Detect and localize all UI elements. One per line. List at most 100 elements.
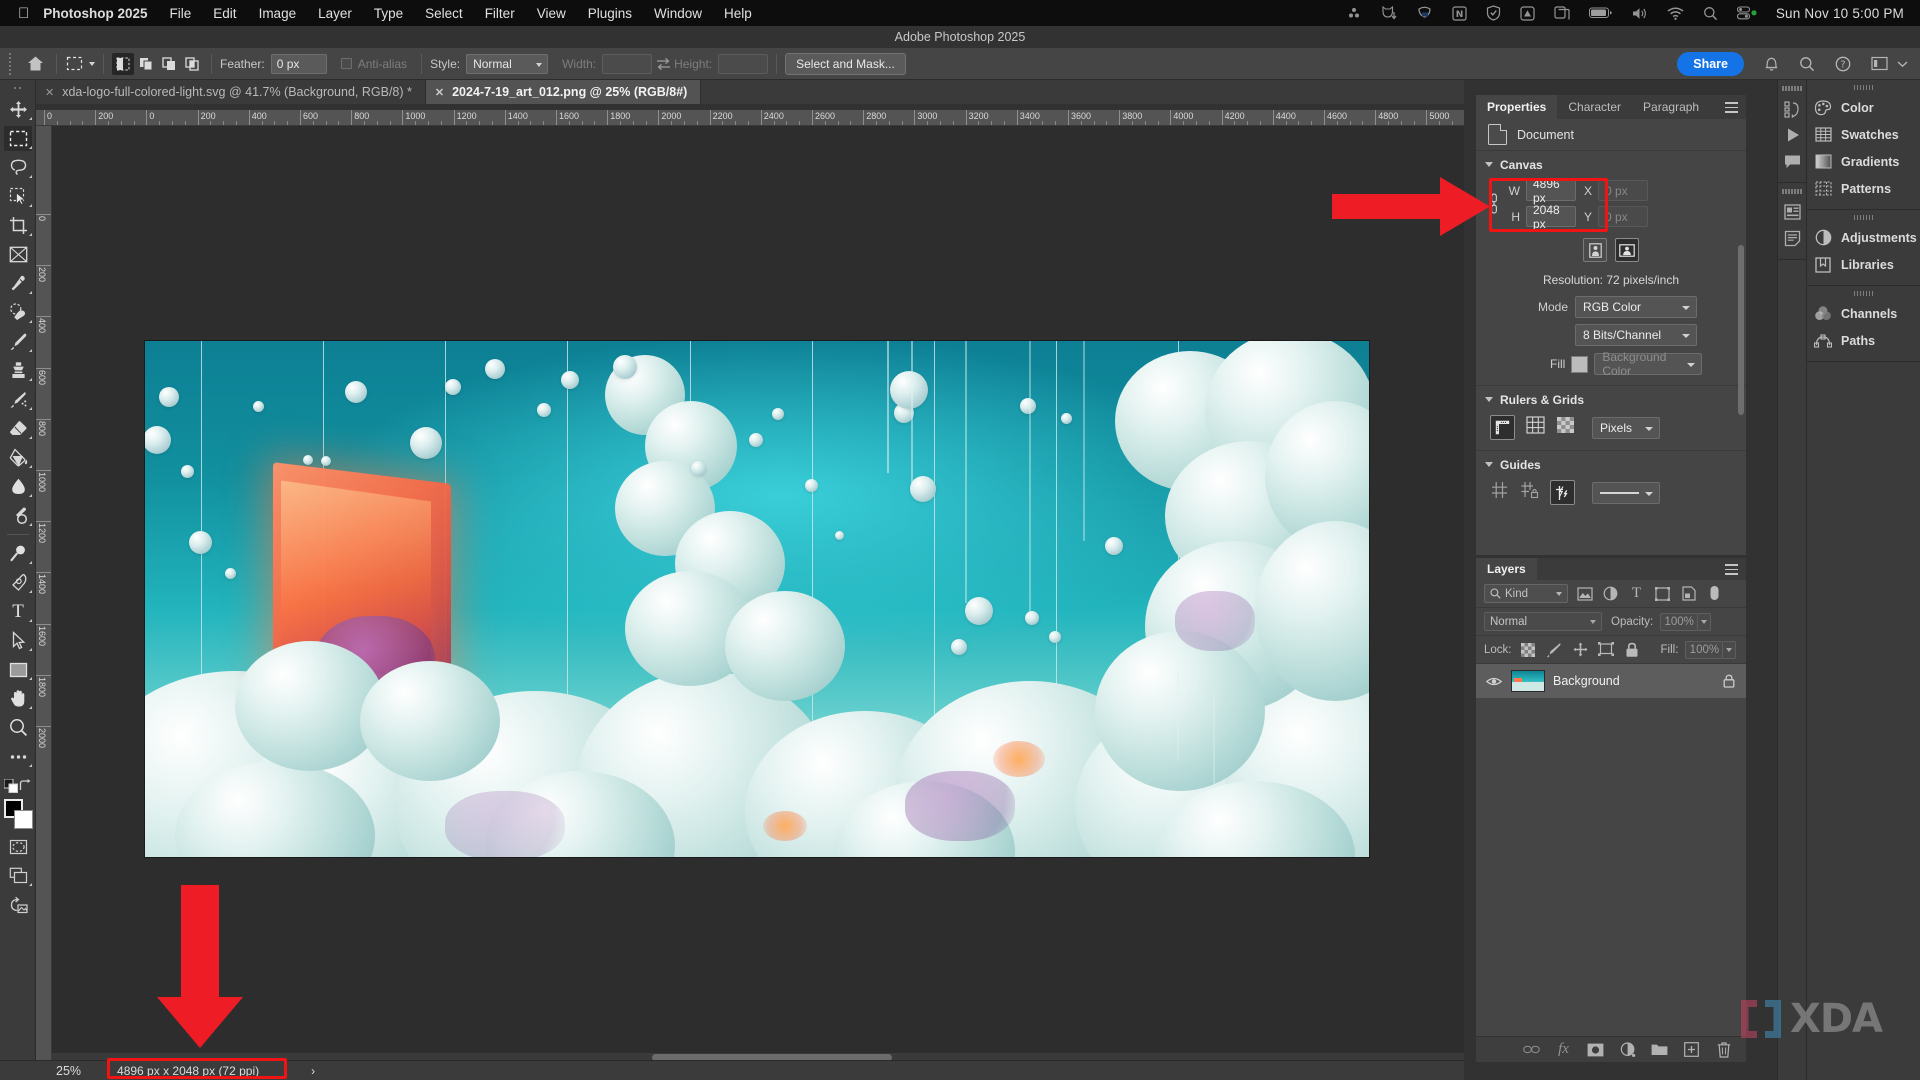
fill-control[interactable]: 100% [1685,640,1737,659]
control-center-icon[interactable] [1736,6,1757,20]
layer-mask-icon[interactable] [1587,1041,1604,1058]
panel-drag-handle[interactable] [1778,189,1806,194]
tool-eraser-tool[interactable] [0,414,36,443]
layer-lock-icon[interactable] [1719,672,1738,691]
fill-color-swatch[interactable] [1571,355,1589,373]
opacity-stepper[interactable] [1698,612,1712,631]
snap-to-guides-icon[interactable] [1550,480,1575,505]
tool-move-tool[interactable] [0,95,36,124]
tool-blur-tool[interactable] [0,472,36,501]
eye-icon[interactable] [1484,672,1503,691]
canvas-y-input[interactable]: 0 px [1598,206,1648,227]
menu-edit[interactable]: Edit [213,6,236,21]
layer-filter-kind[interactable]: Kind [1484,584,1568,603]
panel-drag-handle[interactable] [1807,215,1920,220]
menubar-app-name[interactable]: Photoshop 2025 [43,6,147,21]
lock-artboard-icon[interactable] [1597,640,1616,659]
rulers-grids-header[interactable]: Rulers & Grids [1476,393,1746,407]
history-icon[interactable] [1778,96,1807,122]
menu-view[interactable]: View [537,6,566,21]
tool-type-tool[interactable]: T [0,597,36,626]
tool-gradient-tool[interactable] [0,443,36,472]
menu-file[interactable]: File [170,6,192,21]
battery-icon[interactable] [1588,7,1613,19]
menu-filter[interactable]: Filter [485,6,515,21]
tool-path-selection-tool[interactable] [0,626,36,655]
layer-comps-icon[interactable] [1778,199,1807,225]
add-to-selection-icon[interactable] [135,53,157,75]
background-color-swatch[interactable] [14,810,33,829]
blend-mode-select[interactable]: Normal [1484,612,1602,631]
notes-icon[interactable] [1778,225,1807,251]
layer-row-background[interactable]: Background [1476,664,1746,698]
layer-name[interactable]: Background [1553,674,1711,688]
tool-spot-healing-brush-tool[interactable] [0,298,36,327]
bit-depth-select[interactable]: 8 Bits/Channel [1575,324,1697,346]
tool-frame-tool[interactable] [0,240,36,269]
adjustment-layer-icon[interactable] [1619,1041,1636,1058]
tool-preset-picker[interactable] [65,54,95,74]
canvas-x-input[interactable]: 0 px [1598,180,1648,201]
tool-edit-toolbar[interactable] [0,742,36,771]
tool-screen-mode[interactable] [0,861,36,890]
height-input[interactable] [718,53,769,74]
menubar-clock[interactable]: Sun Nov 10 5:00 PM [1776,6,1904,21]
opacity-control[interactable]: 100% [1660,612,1712,631]
intersect-selection-icon[interactable] [181,53,203,75]
apple-icon[interactable]:  [18,6,29,21]
new-group-icon[interactable] [1651,1041,1668,1058]
panel-drag-handle[interactable] [1807,85,1920,90]
dock-item-patterns[interactable]: Patterns [1807,175,1920,202]
search-icon[interactable] [1703,6,1718,21]
layer-thumbnail[interactable] [1511,670,1545,692]
chevron-down-icon[interactable] [1485,161,1493,169]
dock-item-paths[interactable]: Paths [1807,327,1920,354]
color-mode-select[interactable]: RGB Color [1575,296,1698,318]
tool-brush-tool[interactable] [0,327,36,356]
fill-stepper[interactable] [1723,640,1737,659]
canvas-width-input[interactable]: 4896 px [1526,177,1576,205]
canvas-work-area[interactable] [52,126,1464,1062]
menu-layer[interactable]: Layer [318,6,352,21]
tool-pen-tool[interactable] [0,568,36,597]
tool-magnifier-extra[interactable] [0,539,36,568]
panel-menu-icon[interactable] [1725,102,1738,116]
volume-icon[interactable] [1632,7,1648,20]
tool-hand-tool[interactable] [0,684,36,713]
close-icon[interactable]: ✕ [435,86,444,99]
chevron-down-icon[interactable] [1485,396,1493,404]
style-select[interactable]: Normal [466,53,549,74]
actions-play-icon[interactable] [1778,122,1807,148]
ruler-icon[interactable] [1490,415,1515,440]
tab-properties[interactable]: Properties [1476,95,1558,119]
new-layer-icon[interactable] [1683,1041,1700,1058]
swap-colors-icon[interactable] [19,779,32,797]
vertical-ruler[interactable]: 0 200 400 600 800 1000 1200 1400 1600 1800 2000 [36,126,52,1062]
dock-item-color[interactable]: Color [1807,94,1920,121]
dock-item-swatches[interactable]: Swatches [1807,121,1920,148]
tool-history-brush-tool[interactable] [0,385,36,414]
dock-item-gradients[interactable]: Gradients [1807,148,1920,175]
portrait-orientation-icon[interactable] [1583,238,1607,262]
dock-item-channels[interactable]: Channels [1807,300,1920,327]
chevron-down-icon[interactable] [1485,461,1493,469]
panel-drag-handle[interactable] [1778,86,1806,91]
type-filter-icon[interactable]: T [1627,584,1646,603]
canvas-height-input[interactable]: 2048 px [1526,203,1576,231]
smart-object-filter-icon[interactable] [1679,584,1698,603]
swap-width-height-icon[interactable] [652,51,674,77]
tab-character[interactable]: Character [1557,95,1632,119]
lock-position-icon[interactable] [1571,640,1590,659]
panel-menu-icon[interactable] [1725,564,1738,578]
image-canvas[interactable] [145,341,1369,857]
wifi-icon[interactable] [1667,7,1684,20]
tool-lasso-tool[interactable] [0,153,36,182]
shape-filter-icon[interactable] [1653,584,1672,603]
anti-alias-box[interactable] [340,58,352,69]
home-icon[interactable] [22,51,48,77]
document-dimensions[interactable]: 4896 px x 2048 px (72 ppi) › [117,1064,315,1078]
tab-paragraph[interactable]: Paragraph [1632,95,1710,119]
fill-type-select[interactable]: Background Color [1594,350,1703,378]
delete-layer-icon[interactable] [1715,1041,1732,1058]
tool-rectangular-marquee-tool[interactable] [0,124,36,153]
